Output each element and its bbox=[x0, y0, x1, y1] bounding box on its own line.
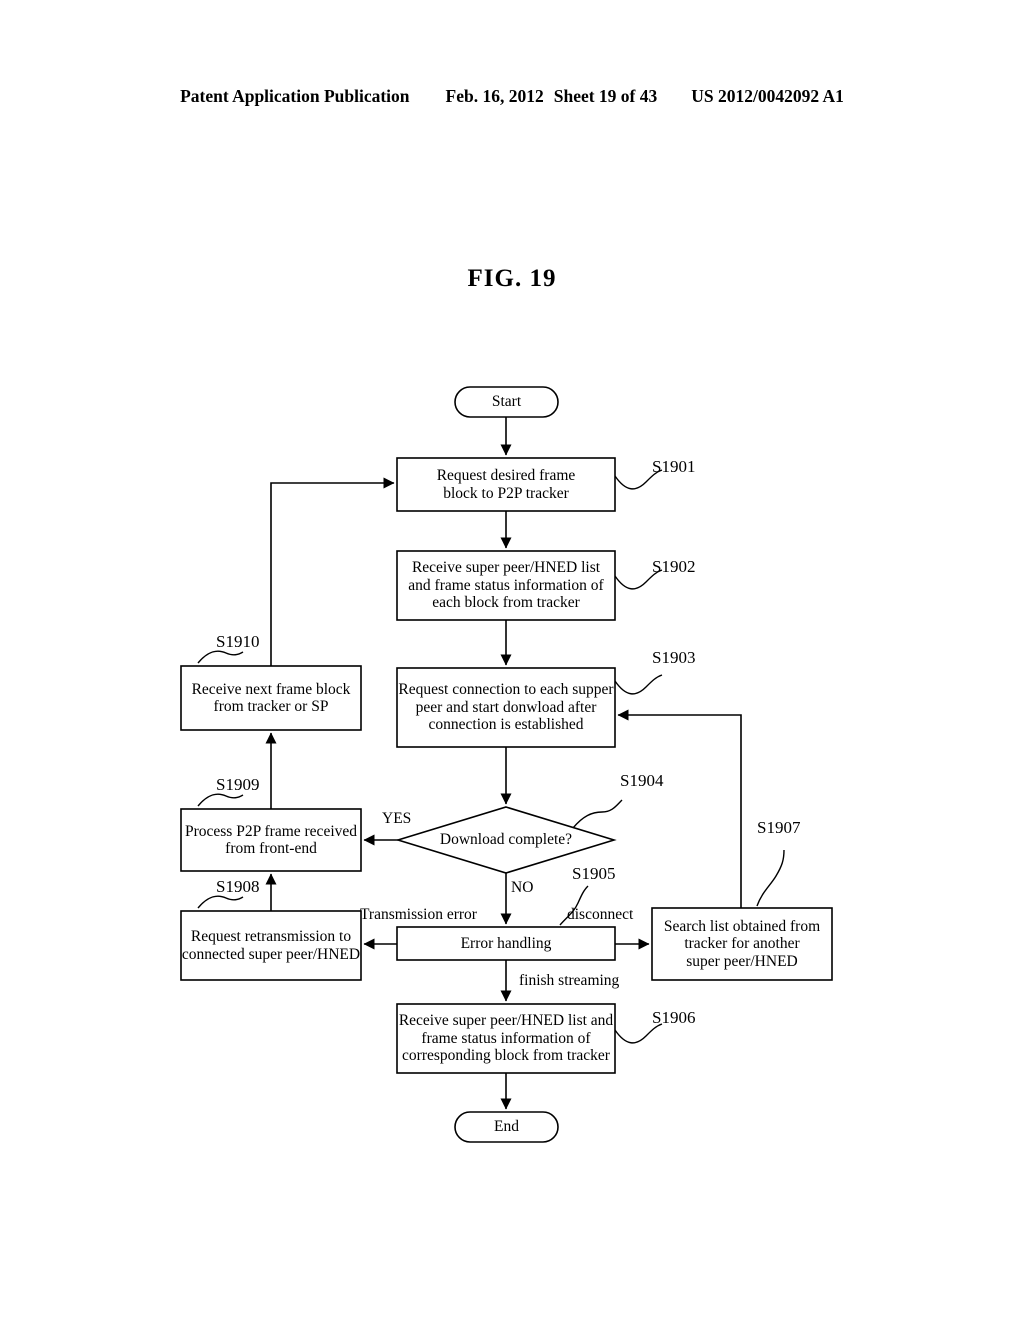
s1908-box-shape bbox=[180, 910, 362, 981]
leader-s1907 bbox=[756, 849, 785, 907]
leader-s1904 bbox=[572, 799, 623, 829]
s1901-step-id: S1901 bbox=[652, 457, 696, 476]
leader-s1908 bbox=[197, 895, 244, 909]
edge-label-yes: YES bbox=[382, 810, 412, 827]
leader-s1903 bbox=[614, 674, 663, 695]
s1906-box-shape bbox=[396, 1003, 616, 1074]
s1905-step-id: S1905 bbox=[572, 864, 616, 883]
edge-label-no: NO bbox=[511, 879, 534, 896]
s1907-step-id: S1907 bbox=[757, 818, 801, 837]
s1903-box-shape bbox=[396, 667, 616, 748]
s1910-step-id: S1910 bbox=[216, 632, 260, 651]
s1908-step-id: S1908 bbox=[216, 877, 260, 896]
s1902-box-shape bbox=[396, 550, 616, 621]
start-terminal-shape bbox=[454, 386, 559, 418]
flowchart-diagram: Start End Request desired frame block to… bbox=[0, 0, 1024, 1320]
leader-s1910 bbox=[197, 650, 244, 664]
s1909-step-id: S1909 bbox=[216, 775, 260, 794]
s1901-box-shape bbox=[396, 457, 616, 512]
s1903-step-id: S1903 bbox=[652, 648, 696, 667]
s1910-box-shape bbox=[180, 665, 362, 731]
edge-label-transmission-error: Transmission error bbox=[360, 906, 477, 923]
s1907-box-shape bbox=[651, 907, 833, 981]
s1905-box-shape bbox=[396, 926, 616, 961]
edge-s1910-to-s1901 bbox=[270, 477, 395, 666]
s1902-step-id: S1902 bbox=[652, 557, 696, 576]
leader-s1909 bbox=[197, 793, 244, 807]
s1904-step-id: S1904 bbox=[620, 771, 664, 790]
edge-label-disconnect: disconnect bbox=[567, 906, 634, 923]
edge-s1907-to-s1903 bbox=[617, 709, 742, 908]
s1906-step-id: S1906 bbox=[652, 1008, 696, 1027]
end-terminal-shape bbox=[454, 1111, 559, 1143]
s1909-box-shape bbox=[180, 808, 362, 872]
flowchart-vector-layer bbox=[180, 386, 833, 1143]
edge-label-finish-streaming: finish streaming bbox=[519, 972, 620, 989]
